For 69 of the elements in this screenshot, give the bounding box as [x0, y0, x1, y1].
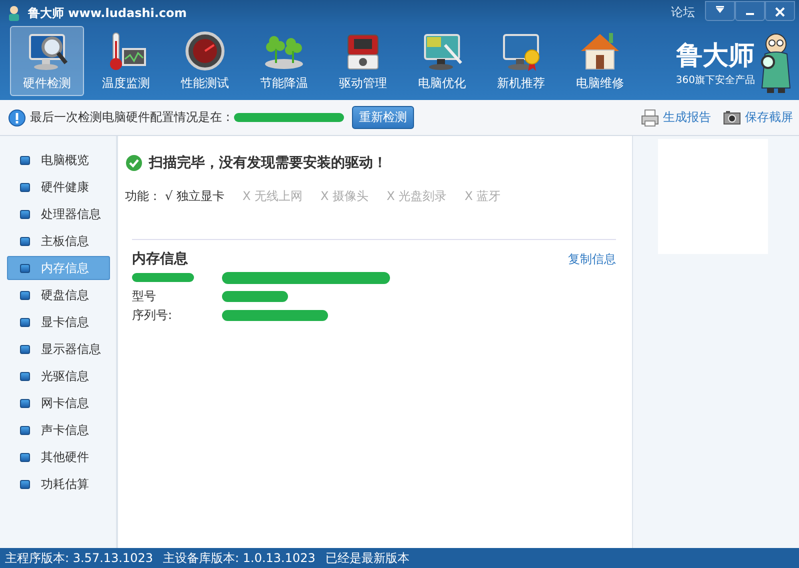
- info-text: 最后一次检测电脑硬件配置情况是在 :: [30, 109, 230, 126]
- window-title: 鲁大师 www.ludashi.com: [28, 4, 187, 22]
- house-icon: [579, 30, 621, 70]
- sidebar-item[interactable]: 主板信息: [7, 229, 110, 253]
- feature-item: X 光盘刻录: [386, 188, 447, 205]
- bullet-icon: [20, 318, 30, 326]
- forum-link[interactable]: 论坛: [671, 4, 695, 21]
- field-label: 型号: [132, 288, 157, 305]
- toolbar-tab[interactable]: 电脑维修: [563, 26, 637, 96]
- tagline: 360旗下安全产品: [676, 74, 755, 87]
- sidebar-item[interactable]: 硬盘信息: [7, 283, 110, 307]
- sidebar-item[interactable]: 电脑概览: [7, 148, 110, 172]
- action-link[interactable]: 生成报告: [641, 108, 711, 126]
- bullet-icon: [20, 372, 30, 380]
- info-icon: [8, 108, 26, 126]
- sidebar-item[interactable]: 光驱信息: [7, 364, 110, 388]
- toolbar-tab[interactable]: 节能降温: [247, 26, 321, 96]
- toolbar-tab[interactable]: 性能测试: [168, 26, 242, 96]
- close-button[interactable]: [765, 0, 795, 20]
- printer-icon: [641, 108, 659, 126]
- bullet-icon: [20, 290, 30, 300]
- mascot-drawing: [759, 32, 793, 94]
- minimize-icon: [746, 12, 754, 14]
- bullet-icon: [20, 344, 30, 354]
- feature-item: X 蓝牙: [464, 188, 501, 205]
- feature-item: X 摄像头: [320, 188, 369, 205]
- sidebar-item[interactable]: 其他硬件: [7, 445, 110, 469]
- field-label: 序列号:: [132, 307, 174, 324]
- bullet-icon: [20, 182, 30, 192]
- toolbar-tab[interactable]: 驱动管理: [326, 26, 400, 96]
- sidebar-item[interactable]: 硬件健康: [7, 175, 110, 199]
- bullet-icon: [20, 452, 30, 462]
- gauge-icon: [184, 30, 226, 70]
- toolbar-tab[interactable]: 硬件检测: [10, 26, 84, 96]
- status-text: 主程序版本: 3.57.13.1023: [5, 550, 154, 566]
- bullet-icon: [20, 210, 30, 218]
- copy-link[interactable]: 复制信息: [568, 250, 616, 268]
- feature-item: X 无线上网: [242, 188, 303, 205]
- sidebar-item[interactable]: 显示器信息: [7, 337, 110, 361]
- bullet-icon: [20, 236, 30, 246]
- toolbar-tab[interactable]: 温度监测: [89, 26, 163, 96]
- action-link[interactable]: 保存截屏: [723, 108, 793, 126]
- status-text: 已经是最新版本: [325, 550, 410, 566]
- bullet-icon: [20, 480, 30, 488]
- close-icon: [775, 6, 785, 16]
- bullet-icon: [20, 426, 30, 434]
- section-title: 内存信息: [132, 250, 188, 268]
- status-text: 主设备库版本: 1.0.13.1023: [163, 550, 316, 566]
- sidebar-item[interactable]: 处理器信息: [7, 202, 110, 226]
- sidebar-item[interactable]: 网卡信息: [7, 391, 110, 415]
- sidebar-item[interactable]: 显卡信息: [7, 310, 110, 334]
- toolbar-tab[interactable]: 新机推荐: [484, 26, 558, 96]
- bullet-icon: [20, 398, 30, 408]
- scan-status: 扫描完毕，没有发现需要安装的驱动！: [149, 154, 387, 172]
- recheck-button[interactable]: 重新检测: [352, 106, 414, 129]
- sidebar-item[interactable]: 功耗估算: [7, 472, 110, 496]
- minimize-button[interactable]: [735, 0, 765, 20]
- bullet-icon: [20, 156, 30, 164]
- dropdown-icon: [716, 8, 724, 12]
- logo-text: 鲁大师: [676, 40, 754, 73]
- features-label: 功能：: [125, 188, 161, 205]
- mascot-icon: [6, 5, 22, 21]
- menu-button[interactable]: [705, 0, 735, 20]
- sidebar-item[interactable]: 声卡信息: [7, 418, 110, 442]
- check-icon: [125, 154, 143, 172]
- bullet-icon: [20, 264, 30, 272]
- toolbar-tab[interactable]: 电脑优化: [405, 26, 479, 96]
- camera-icon: [723, 108, 741, 126]
- feature-item: √ 独立显卡: [165, 188, 224, 205]
